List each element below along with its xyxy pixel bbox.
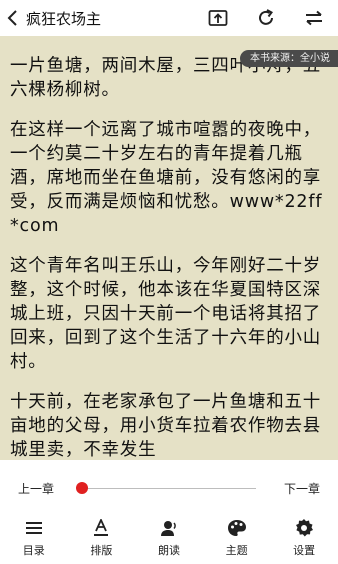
- paragraph: 在这样一个远离了城市喧嚣的夜晚中，一个约莫二十岁左右的青年提着几瓶酒，席地而坐在…: [10, 120, 323, 236]
- menu-label: 排版: [90, 544, 113, 557]
- next-chapter-button[interactable]: 下一章: [284, 480, 320, 497]
- paragraph: 十天前，在老家承包了一片鱼塘和五十亩地的父母，用小货车拉着农作物去县城里卖，不幸…: [10, 392, 322, 460]
- progress-track[interactable]: [82, 488, 256, 489]
- bottom-panel: 上一章 下一章 目录 排版 朗读 主题 设置: [0, 460, 338, 564]
- theme-icon: [227, 516, 247, 540]
- catalog-icon: [25, 516, 43, 540]
- menu-settings[interactable]: 设置: [270, 516, 338, 564]
- top-bar: 疯狂农场主: [0, 0, 338, 36]
- typesetting-icon: [92, 516, 110, 540]
- source-badge: 本书来源：全小说: [240, 50, 338, 67]
- share-icon[interactable]: [194, 0, 242, 36]
- reading-content[interactable]: 一片鱼塘，两间木屋，三四叶小舟，五六棵杨柳树。 在这样一个远离了城市喧嚣的夜晚中…: [0, 36, 338, 460]
- chapter-progress: 上一章 下一章: [0, 478, 338, 500]
- read-aloud-icon: [160, 516, 178, 540]
- prev-chapter-button[interactable]: 上一章: [18, 480, 54, 497]
- back-icon[interactable]: [2, 0, 24, 36]
- menu-read-aloud[interactable]: 朗读: [135, 516, 203, 564]
- menu-theme[interactable]: 主题: [203, 516, 271, 564]
- menu-catalog[interactable]: 目录: [0, 516, 68, 564]
- menu-label: 朗读: [157, 544, 180, 557]
- menu-label: 设置: [293, 544, 316, 557]
- switch-icon[interactable]: [290, 0, 338, 36]
- menu-label: 目录: [22, 544, 45, 557]
- progress-handle[interactable]: [76, 482, 88, 494]
- refresh-icon[interactable]: [242, 0, 290, 36]
- menu-typesetting[interactable]: 排版: [68, 516, 136, 564]
- book-title: 疯狂农场主: [26, 9, 102, 28]
- settings-icon: [294, 516, 314, 540]
- menu-label: 主题: [225, 544, 248, 557]
- top-actions: [194, 0, 338, 36]
- paragraph: 这个青年名叫王乐山，今年刚好二十岁整，这个时候，他本该在华夏国特区深城上班，只因…: [10, 256, 322, 372]
- bottom-menu: 目录 排版 朗读 主题 设置: [0, 516, 338, 564]
